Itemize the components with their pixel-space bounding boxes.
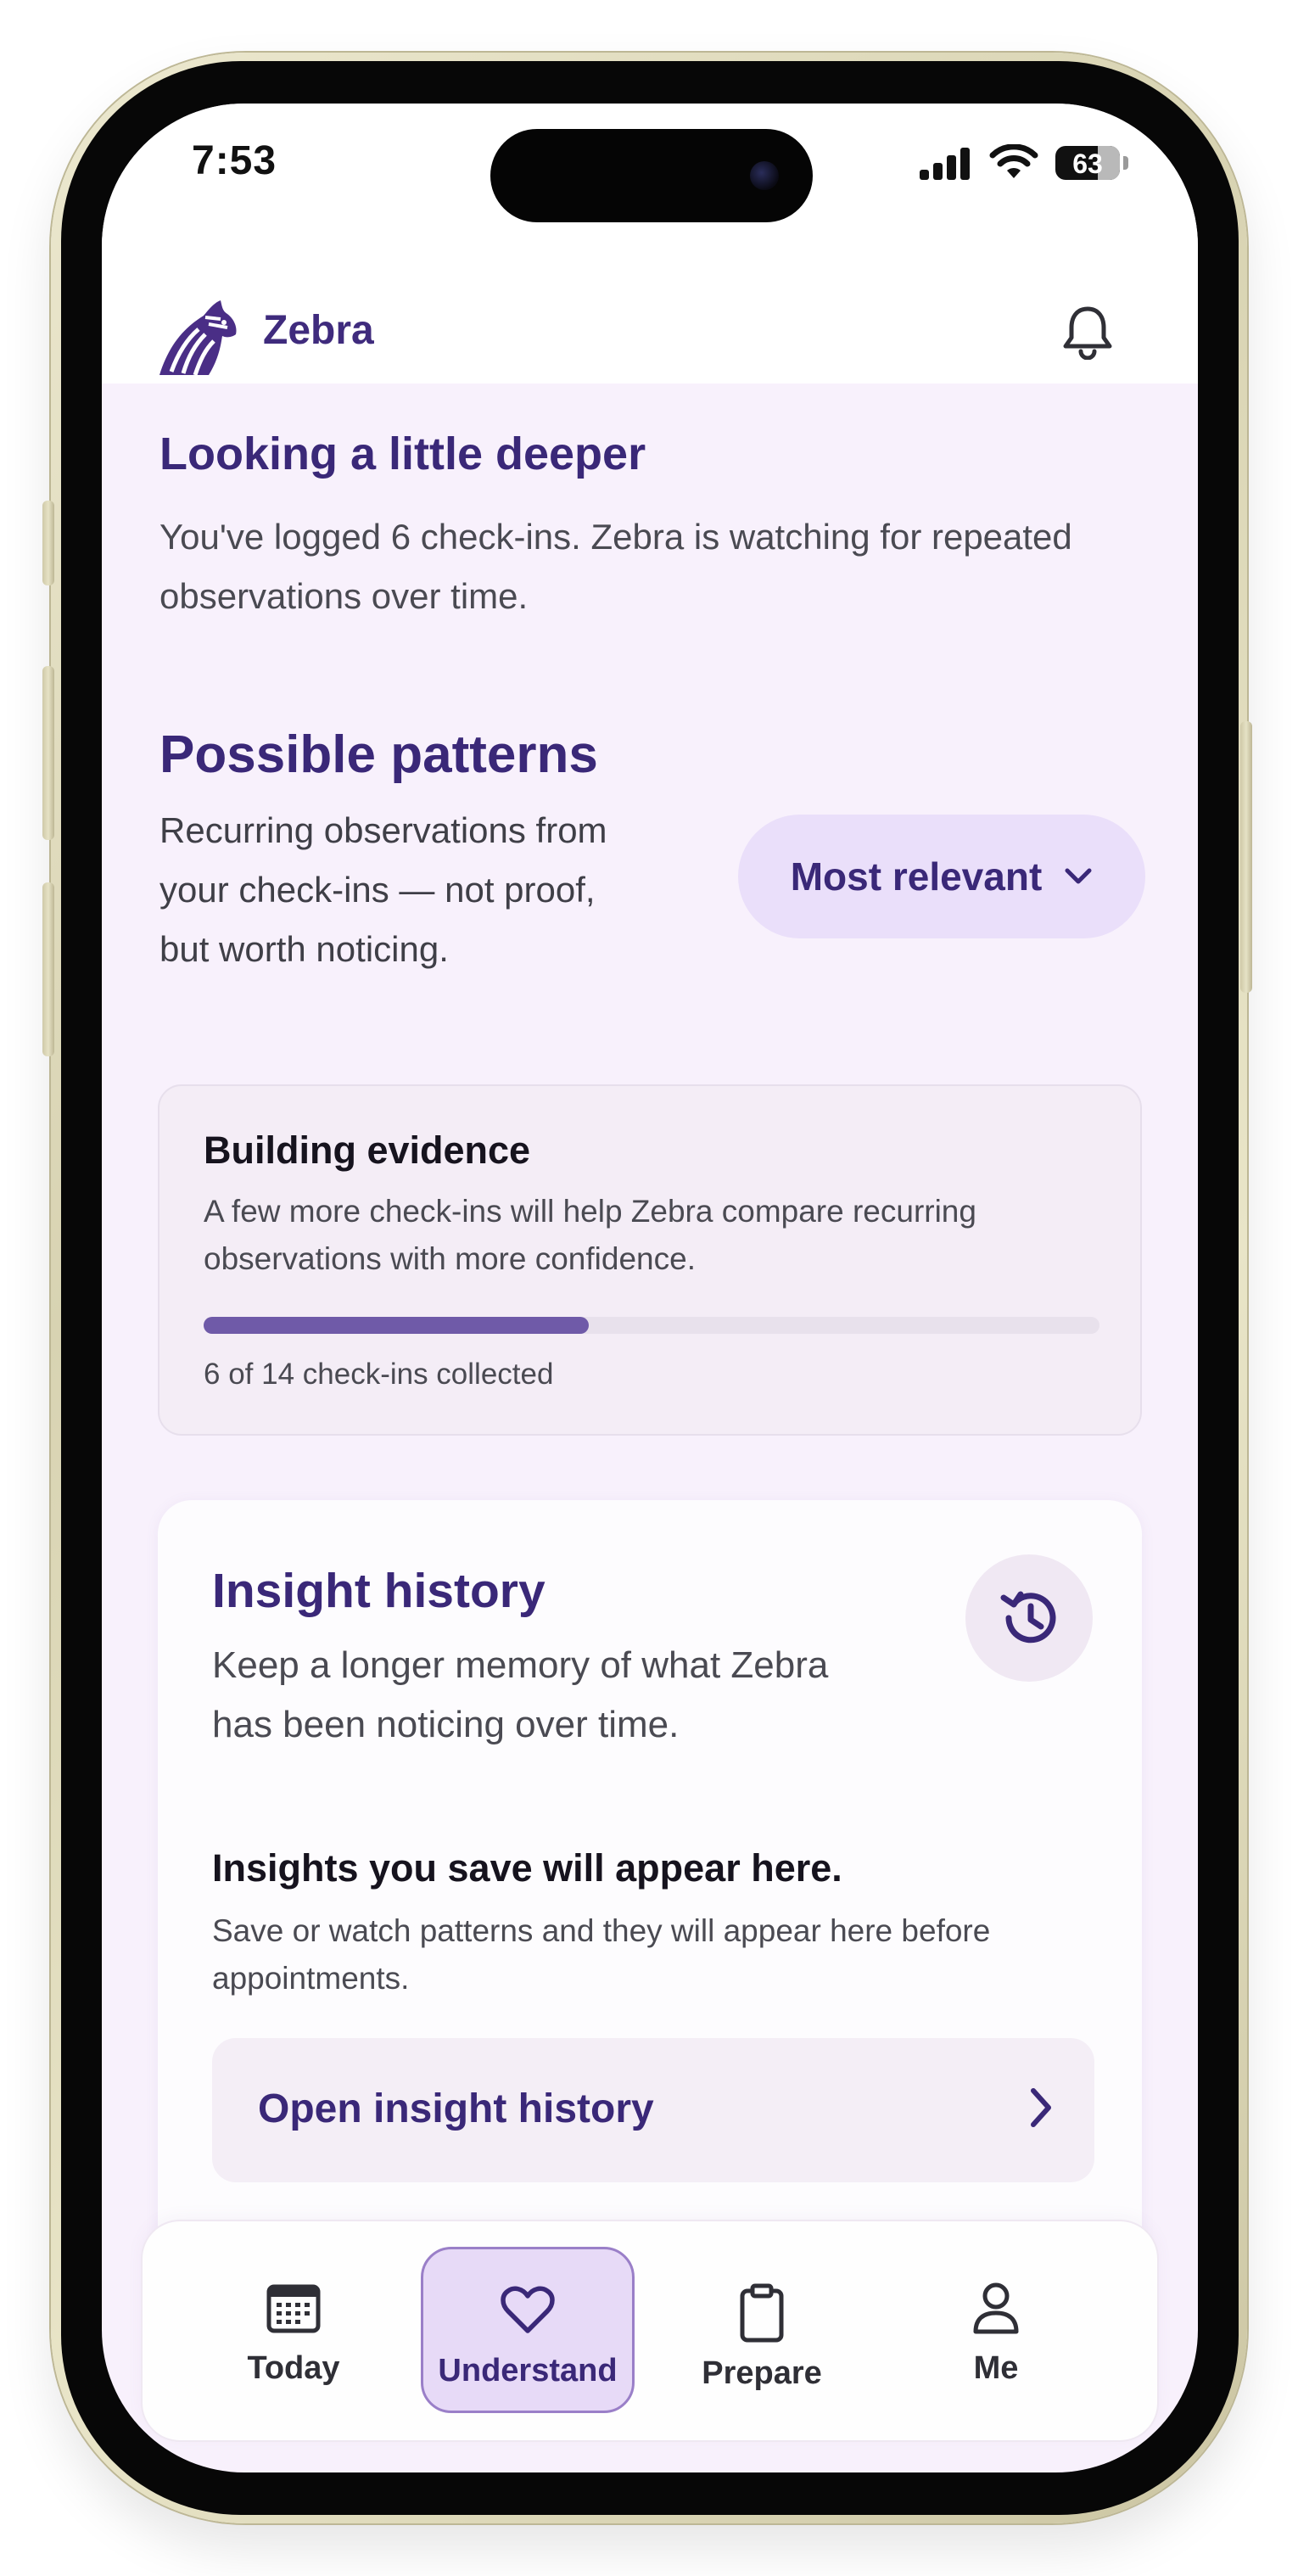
app-header: Zebra [102,273,1198,384]
person-icon [973,2282,1019,2334]
screen: 7:53 63 Zebra Looking a little deeper Yo… [102,104,1198,2472]
evidence-progress-text: 6 of 14 check-ins collected [204,1358,554,1391]
nav-prepare[interactable]: Prepare [655,2252,869,2418]
evidence-progress-bar [204,1317,1099,1334]
intro-text: You've logged 6 check-ins. Zebra is watc… [159,517,1072,616]
side-button-volume-down [42,882,54,1056]
nav-prepare-label: Prepare [702,2355,822,2391]
history-text: Keep a longer memory of what Zebra has b… [212,1644,829,1745]
status-bar: 7:53 63 [102,104,1198,273]
bell-icon[interactable] [1060,304,1115,360]
brand-name: Zebra [263,308,374,353]
heart-icon [501,2286,555,2333]
nav-me[interactable]: Me [889,2247,1103,2413]
nav-understand-label: Understand [438,2353,618,2388]
patterns-subtitle: Recurring observations from your check-i… [159,810,607,969]
nav-understand[interactable]: Understand [421,2247,635,2413]
clipboard-icon [740,2283,784,2343]
open-insight-history-button[interactable]: Open insight history [212,2038,1094,2182]
open-history-label: Open insight history [258,2086,654,2131]
nav-today-label: Today [247,2350,340,2386]
evidence-text: A few more check-ins will help Zebra com… [204,1194,976,1276]
bottom-nav: Today Understand Prepare Me [143,2221,1157,2440]
zebra-logo [159,300,237,376]
patterns-title: Possible patterns [159,725,598,784]
status-time: 7:53 [192,138,277,183]
side-button-power [1240,721,1252,993]
history-icon [1000,1591,1056,1644]
nav-me-label: Me [973,2350,1019,2386]
cellular-signal-icon [920,148,970,180]
intro-title: Looking a little deeper [159,428,646,479]
history-title: Insight history [212,1564,545,1618]
history-empty-text: Save or watch patterns and they will app… [212,1913,991,1996]
dynamic-island [490,129,813,222]
evidence-title: Building evidence [204,1128,531,1172]
sort-dropdown[interactable]: Most relevant [738,815,1145,938]
history-icon-button[interactable] [965,1554,1093,1682]
battery-icon: 63 [1055,146,1120,180]
battery-nub [1123,156,1128,170]
chevron-right-icon [1031,2088,1051,2127]
history-empty-title: Insights you save will appear here. [212,1846,842,1890]
battery-level: 63 [1072,148,1103,179]
chevron-down-icon [1065,868,1092,884]
camera-icon [750,161,779,190]
sort-selected-value: Most relevant [790,854,1043,899]
calendar-icon [266,2284,321,2333]
evidence-progress-fill [204,1317,590,1334]
side-button-action [42,501,54,585]
wifi-icon [989,144,1038,178]
nav-today[interactable]: Today [187,2247,400,2413]
side-button-volume-up [42,666,54,840]
evidence-card: Building evidence A few more check-ins w… [158,1084,1142,1436]
